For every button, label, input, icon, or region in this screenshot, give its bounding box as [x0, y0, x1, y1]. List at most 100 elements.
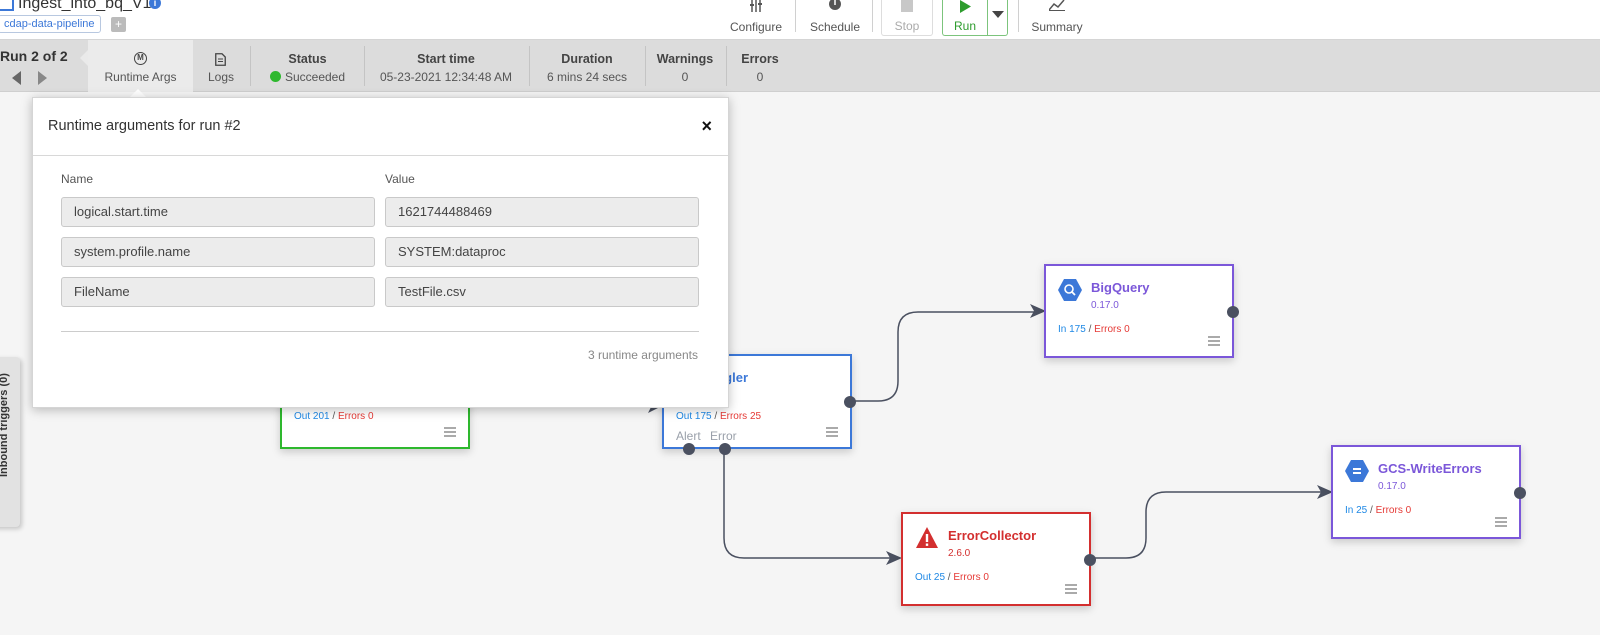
run-info-notch — [80, 50, 88, 66]
run-status: Status Succeeded — [255, 40, 360, 92]
start-time-heading: Start time — [417, 52, 475, 66]
run-info-bar: Run 2 of 2 M Runtime Args Logs Status Su… — [0, 40, 1600, 92]
inbound-triggers-tab[interactable]: Inbound triggers (0) — [0, 357, 20, 527]
pipeline-type-icon — [0, 0, 14, 11]
metric-separator: / — [1367, 505, 1376, 516]
previous-run-button[interactable] — [12, 71, 21, 85]
stop-label: Stop — [894, 19, 920, 33]
arg-value-field[interactable]: TestFile.csv — [385, 277, 699, 307]
schedule-label: Schedule — [809, 20, 861, 34]
configure-button[interactable]: Configure — [726, 0, 786, 36]
duration-value: 6 mins 24 secs — [546, 70, 628, 84]
run-info-divider — [364, 46, 365, 86]
summary-label: Summary — [1031, 20, 1083, 34]
warning-icon — [916, 527, 938, 548]
runtime-args-label: Runtime Args — [104, 70, 177, 84]
wrangler-error-count: Errors 25 — [719, 411, 762, 422]
value-column-header: Value — [385, 172, 415, 186]
node-gcs-write-errors[interactable]: GCS-WriteErrors 0.17.0 In 25 / Errors 0 — [1331, 445, 1526, 539]
metric-separator: / — [711, 411, 720, 422]
add-tag-button[interactable]: + — [111, 17, 126, 32]
toolbar-divider — [1018, 0, 1019, 32]
gcs-write-errors-title: GCS-WriteErrors — [1378, 461, 1482, 476]
wrangler-error-port[interactable] — [719, 443, 731, 455]
error-collector-metrics: Out 25 / Errors 0 — [915, 572, 989, 583]
arg-value-field[interactable]: 1621744488469 — [385, 197, 699, 227]
runtime-args-tab[interactable]: M Runtime Args — [88, 40, 193, 92]
stop-button[interactable]: Stop — [881, 0, 933, 36]
status-value: Succeeded — [255, 70, 360, 84]
start-time-value: 05-23-2021 12:34:48 AM — [379, 70, 513, 84]
wrangler-output-port[interactable] — [844, 396, 856, 408]
errors-heading: Errors — [741, 52, 779, 66]
run-info-divider — [529, 46, 530, 86]
next-run-button[interactable] — [38, 71, 47, 85]
run-info-divider — [645, 46, 646, 86]
close-icon[interactable]: × — [701, 116, 712, 137]
warnings-value: 0 — [681, 70, 689, 84]
error-collector-output-port[interactable] — [1084, 554, 1096, 566]
arg-name-field[interactable]: FileName — [61, 277, 375, 307]
wrangler-metrics: Out 175 / Errors 25 — [676, 411, 761, 422]
logs-label: Logs — [207, 70, 235, 84]
namespace-tag[interactable]: cdap-data-pipeline — [0, 15, 101, 33]
metric-separator: / — [1085, 324, 1095, 335]
summary-button[interactable]: Summary — [1027, 0, 1087, 36]
node-menu-icon[interactable] — [1065, 584, 1077, 594]
arg-name-field[interactable]: system.profile.name — [61, 237, 375, 267]
run-counter: Run 2 of 2 — [0, 48, 68, 64]
stop-icon — [901, 0, 913, 12]
status-heading: Status — [288, 52, 327, 66]
connection-wrangler-bigquery[interactable] — [851, 311, 1040, 402]
arg-name-field[interactable]: logical.start.time — [61, 197, 375, 227]
status-success-icon — [269, 71, 281, 82]
schedule-button[interactable]: Schedule — [805, 0, 865, 36]
node-menu-icon[interactable] — [1208, 336, 1220, 346]
modal-divider — [33, 155, 728, 156]
wrangler-alert-port[interactable] — [683, 443, 695, 455]
node-bigquery[interactable]: BigQuery 0.17.0 In 175 / Errors 0 — [1044, 264, 1239, 358]
gcs-write-errors-in-count: In 25 — [1345, 505, 1368, 516]
runtime-args-popover: Runtime arguments for run #2 × Name Valu… — [32, 97, 729, 408]
sliders-icon — [750, 0, 762, 12]
source-out-count: Out 201 — [294, 411, 330, 422]
bigquery-output-port[interactable] — [1227, 306, 1239, 318]
inbound-triggers-label: Inbound triggers (0) — [0, 373, 10, 477]
gcs-write-errors-error-count: Errors 0 — [1375, 505, 1412, 516]
configure-label: Configure — [729, 20, 783, 34]
toolbar-divider — [795, 0, 796, 32]
run-label: Run — [953, 19, 976, 33]
warnings-heading: Warnings — [656, 52, 714, 66]
line-chart-icon — [1049, 0, 1065, 11]
bigquery-title: BigQuery — [1091, 280, 1150, 295]
error-collector-title: ErrorCollector — [948, 528, 1037, 543]
document-icon — [215, 53, 226, 66]
source-error-count: Errors 0 — [337, 411, 374, 422]
node-menu-icon[interactable] — [1495, 517, 1507, 527]
connection-errorcollector-gcs[interactable] — [1090, 491, 1327, 559]
duration-heading: Duration — [561, 52, 613, 66]
logs-tab[interactable]: Logs — [196, 40, 246, 92]
pipeline-header: Ingest_into_bq_V1 i cdap-data-pipeline +… — [0, 0, 1600, 40]
gcs-write-errors-output-port[interactable] — [1514, 487, 1526, 499]
run-button[interactable]: Run — [942, 0, 987, 36]
arg-value-field[interactable]: SYSTEM:dataproc — [385, 237, 699, 267]
info-icon[interactable]: i — [149, 0, 161, 9]
gcs-icon — [1345, 460, 1369, 482]
runtime-args-count: 3 runtime arguments — [587, 348, 698, 362]
run-options-dropdown[interactable] — [987, 0, 1008, 36]
run-duration: Duration 6 mins 24 secs — [533, 40, 641, 92]
pipeline-name: Ingest_into_bq_V1 — [18, 0, 152, 12]
node-menu-icon[interactable] — [826, 427, 838, 437]
error-collector-out-count: Out 25 — [915, 572, 946, 583]
source-metrics: Out 201 / Errors 0 — [294, 411, 374, 422]
node-error-collector[interactable]: ErrorCollector 2.6.0 Out 25 / Errors 0 — [901, 512, 1096, 606]
play-icon — [960, 0, 971, 13]
node-menu-icon[interactable] — [444, 427, 456, 437]
connection-wrangler-errorcollector[interactable] — [723, 448, 896, 559]
run-start-time: Start time 05-23-2021 12:34:48 AM — [368, 40, 524, 92]
chevron-down-icon — [991, 11, 1004, 18]
run-info-divider — [250, 46, 251, 86]
toolbar-divider — [872, 0, 873, 32]
wrangler-out-count: Out 175 — [676, 411, 712, 422]
